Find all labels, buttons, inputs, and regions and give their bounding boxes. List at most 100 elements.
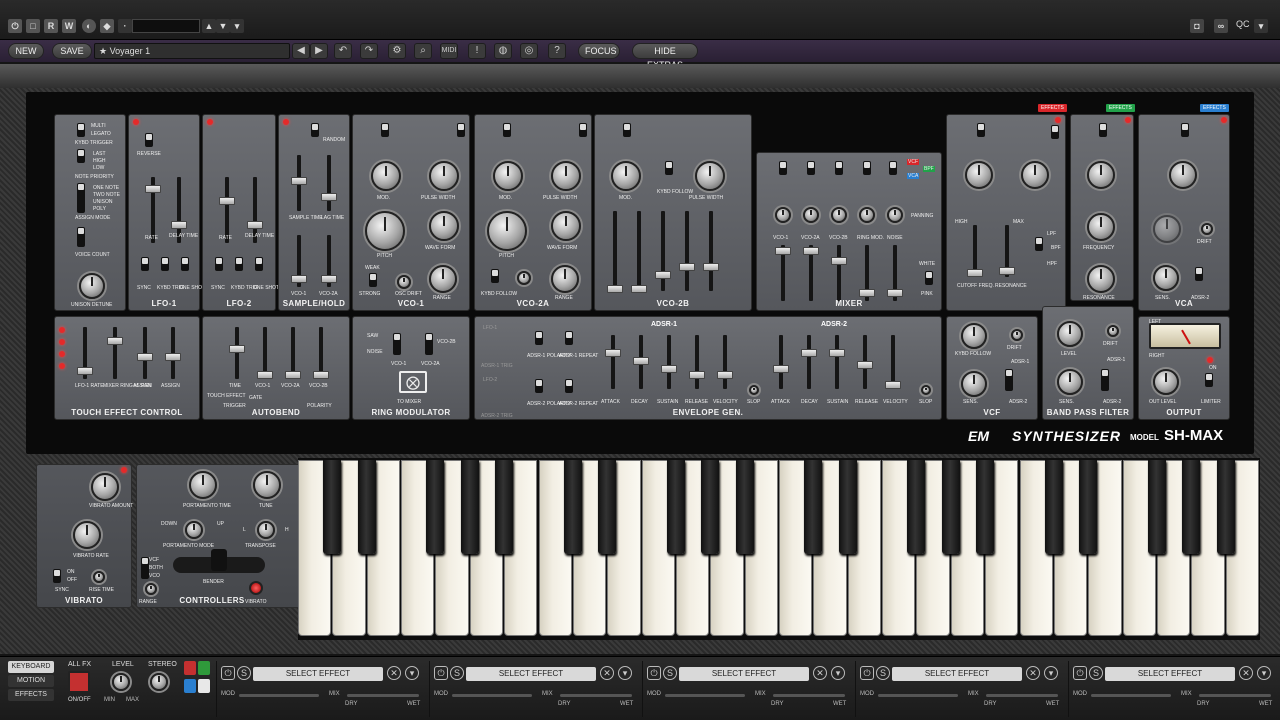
- focus-button[interactable]: FOCUS: [578, 43, 620, 59]
- qc-label[interactable]: QC: [1236, 19, 1250, 29]
- select-effect-button[interactable]: SELECT EFFECT: [892, 667, 1022, 681]
- vco1-pulse-width-knob[interactable]: [429, 161, 459, 191]
- vco2a-pw-switch[interactable]: [579, 123, 587, 137]
- portamento-time-knob[interactable]: [189, 471, 217, 499]
- effect-menu-icon[interactable]: ▾: [1257, 666, 1271, 680]
- vco2b-pulse-width-knob[interactable]: [695, 161, 725, 191]
- black-key[interactable]: [1044, 460, 1063, 554]
- tab-effects[interactable]: EFFECTS: [8, 689, 54, 701]
- lfo1-rate-slider[interactable]: [145, 177, 161, 243]
- gear-icon[interactable]: ⚙: [388, 43, 406, 59]
- down-arrow-icon[interactable]: ▼: [216, 19, 230, 33]
- out-level-knob[interactable]: [1153, 369, 1179, 395]
- effect-power-icon[interactable]: ⏻: [221, 666, 235, 680]
- vcf-effects-tag[interactable]: EFFECTS: [1038, 104, 1067, 112]
- vco2a-pulse-width-knob[interactable]: [551, 161, 581, 191]
- mix-slider[interactable]: [347, 694, 419, 697]
- pan-knob-4[interactable]: [859, 207, 875, 223]
- bpf-resonance-knob[interactable]: [1087, 265, 1115, 293]
- effect-clear-icon[interactable]: ✕: [1239, 666, 1253, 680]
- select-effect-button[interactable]: SELECT EFFECT: [1105, 667, 1235, 681]
- vco2b-slider-5[interactable]: [703, 211, 719, 291]
- lfo2-rate-slider[interactable]: [219, 177, 235, 243]
- bpf-level-knob[interactable]: [1057, 321, 1083, 347]
- black-key[interactable]: [495, 460, 514, 554]
- vco2a-mod-switch[interactable]: [503, 123, 511, 137]
- preset-name[interactable]: ★ Voyager 1: [94, 43, 290, 59]
- sh-random-switch[interactable]: [311, 123, 319, 137]
- black-key[interactable]: [838, 460, 857, 554]
- bpf-effects-tag[interactable]: EFFECTS: [1106, 104, 1135, 112]
- lag-time-slider[interactable]: [321, 155, 337, 211]
- adsr2-sustain-slider[interactable]: [829, 335, 845, 389]
- adsr1-polarity-switch[interactable]: [535, 331, 543, 345]
- vco2b-slider-2[interactable]: [631, 211, 647, 293]
- touch-mixer-slider[interactable]: [107, 327, 123, 379]
- select-effect-button[interactable]: SELECT EFFECT: [466, 667, 596, 681]
- vco2b-slider-3[interactable]: [655, 211, 671, 291]
- mixer-ring-slider[interactable]: [859, 245, 875, 301]
- range-knob[interactable]: [145, 583, 157, 595]
- black-key[interactable]: [1147, 460, 1166, 554]
- pan-knob-3[interactable]: [831, 207, 847, 223]
- mod-slider[interactable]: [1091, 694, 1171, 697]
- up-arrow-icon[interactable]: ▲: [202, 19, 216, 33]
- vcf-mod1-switch[interactable]: [977, 123, 985, 137]
- vco2a-kybd-follow-switch[interactable]: [491, 269, 499, 283]
- mix-slider[interactable]: [560, 694, 632, 697]
- ring-source2-switch[interactable]: [425, 333, 433, 355]
- vco1-range-knob[interactable]: [429, 265, 457, 293]
- black-key[interactable]: [460, 460, 479, 554]
- effect-power-icon[interactable]: ⏻: [1073, 666, 1087, 680]
- adsr1-decay-slider[interactable]: [633, 335, 649, 389]
- mixer-vco2a-slider[interactable]: [803, 245, 819, 301]
- adsr2-attack-slider[interactable]: [773, 335, 789, 389]
- effect-power-icon[interactable]: ⏻: [860, 666, 874, 680]
- qc-dropdown-icon[interactable]: ▾: [1254, 19, 1268, 33]
- voice-count-switch[interactable]: [77, 227, 85, 247]
- pan-knob-2[interactable]: [803, 207, 819, 223]
- vco2b-kybd-follow-switch[interactable]: [665, 161, 673, 175]
- dropdown-icon[interactable]: ▾: [230, 19, 244, 33]
- fx-route-green-icon[interactable]: [198, 661, 210, 675]
- autobend-vco2a-slider[interactable]: [285, 327, 301, 379]
- vca-drift-knob[interactable]: [1201, 223, 1213, 235]
- warning-icon[interactable]: !: [468, 43, 486, 59]
- black-key[interactable]: [1182, 460, 1201, 554]
- touch-assign2-slider[interactable]: [165, 327, 181, 379]
- vibrato-amount-knob[interactable]: [91, 473, 119, 501]
- undo-icon[interactable]: ↶: [334, 43, 352, 59]
- globe-icon[interactable]: ◍: [494, 43, 512, 59]
- vco2b-mod-switch[interactable]: [623, 123, 631, 137]
- vibrato-on-switch[interactable]: [53, 569, 61, 583]
- mixer-vco2b-slider[interactable]: [831, 245, 847, 301]
- ring-source1-switch[interactable]: [393, 333, 401, 355]
- mod-slider[interactable]: [239, 694, 319, 697]
- link-icon[interactable]: ∞: [1214, 19, 1228, 33]
- vco1-pitch-knob[interactable]: [365, 211, 405, 251]
- effect-s-button[interactable]: S: [876, 666, 890, 680]
- bpf-env-switch[interactable]: [1101, 369, 1109, 391]
- black-key[interactable]: [804, 460, 823, 554]
- autobend-vco1-slider[interactable]: [257, 327, 273, 379]
- black-key[interactable]: [426, 460, 445, 554]
- stereo-knob[interactable]: [150, 673, 168, 691]
- adsr1-sustain-slider[interactable]: [661, 335, 677, 389]
- adsr2-decay-slider[interactable]: [801, 335, 817, 389]
- all-fx-toggle[interactable]: [68, 671, 90, 693]
- mod-slider[interactable]: [665, 694, 745, 697]
- touch-lfo-slider[interactable]: [77, 327, 93, 379]
- adsr2-polarity-switch[interactable]: [535, 379, 543, 393]
- cutoff-slider[interactable]: [967, 225, 983, 277]
- select-effect-button[interactable]: SELECT EFFECT: [253, 667, 383, 681]
- fx-route-red-icon[interactable]: [184, 661, 196, 675]
- mix-slider[interactable]: [986, 694, 1058, 697]
- mixer-route-3[interactable]: [835, 161, 843, 175]
- vca-effects-tag[interactable]: EFFECTS: [1200, 104, 1229, 112]
- new-button[interactable]: NEW: [8, 43, 44, 59]
- multi-legato-switch[interactable]: [77, 123, 85, 137]
- effect-menu-icon[interactable]: ▾: [618, 666, 632, 680]
- lfo1-sync-switch[interactable]: [141, 257, 149, 271]
- camera-icon[interactable]: ◘: [1190, 19, 1204, 33]
- adsr1-repeat-switch[interactable]: [565, 331, 573, 345]
